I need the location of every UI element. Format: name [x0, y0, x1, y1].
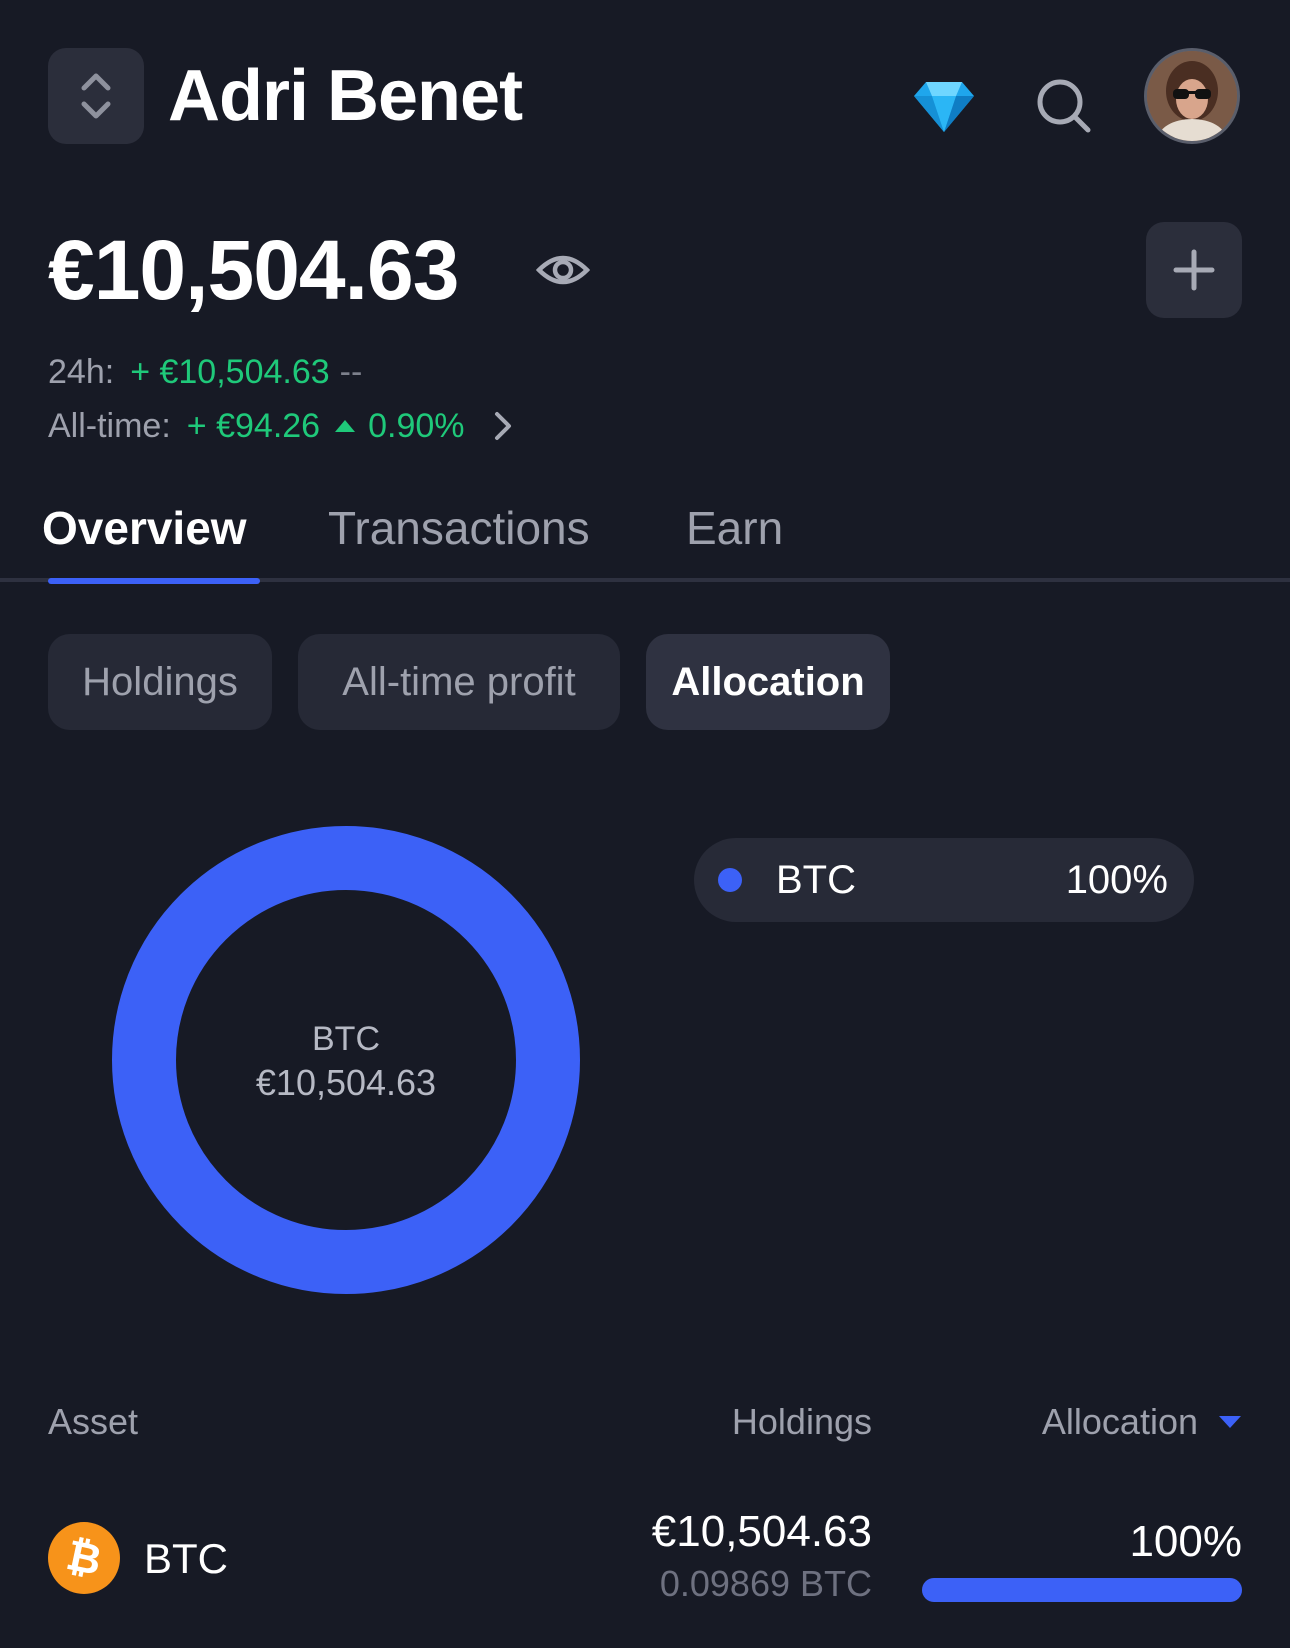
tab-transactions[interactable]: Transactions — [328, 500, 590, 556]
tab-earn[interactable]: Earn — [686, 500, 783, 556]
stat-24h-label: 24h: — [48, 353, 115, 391]
allocation-bar — [922, 1578, 1242, 1602]
donut-center-value: €10,504.63 — [255, 1062, 437, 1103]
avatar[interactable] — [1144, 48, 1240, 144]
btc-logo-icon: ₿ — [48, 1522, 120, 1594]
donut-center-label: BTC €10,504.63 — [180, 1018, 512, 1106]
search-icon[interactable] — [1034, 76, 1094, 136]
holding-amount: 0.09869 BTC — [659, 1563, 872, 1604]
chip-holdings[interactable]: Holdings — [48, 634, 272, 730]
arrow-up-icon — [335, 420, 356, 432]
stat-alltime-value: + €94.26 — [186, 407, 321, 445]
asset-name[interactable]: BTC — [144, 1534, 228, 1584]
active-tab-indicator — [48, 578, 260, 584]
column-header-holdings[interactable]: Holdings — [732, 1400, 872, 1444]
stat-alltime[interactable]: All-time: + €94.26 0.90% — [48, 406, 513, 446]
avatar-image — [1147, 51, 1237, 141]
stat-alltime-percent: 0.90% — [368, 407, 465, 445]
legend-percent: 100% — [1065, 857, 1168, 902]
stat-24h-value: + €10,504.63 — [130, 353, 330, 391]
total-balance: €10,504.63 — [48, 223, 459, 317]
column-header-allocation[interactable]: Allocation — [1042, 1400, 1242, 1444]
stat-24h: 24h: + €10,504.63 -- — [48, 352, 362, 392]
sort-down-icon — [1219, 1416, 1241, 1428]
allocation-percent: 100% — [1129, 1517, 1242, 1566]
chip-all-time-profit[interactable]: All-time profit — [298, 634, 620, 730]
eye-icon[interactable] — [536, 250, 590, 290]
portfolio-name[interactable]: Adri Benet — [168, 56, 523, 136]
add-transaction-button[interactable] — [1146, 222, 1242, 318]
tab-overview[interactable]: Overview — [42, 500, 247, 556]
legend-item-btc[interactable]: BTC 100% — [694, 838, 1194, 922]
holding-value: €10,504.63 — [651, 1507, 872, 1556]
allocation-bar-fill — [922, 1578, 1242, 1602]
portfolio-switcher-button[interactable] — [48, 48, 144, 144]
column-header-asset[interactable]: Asset — [48, 1400, 138, 1444]
legend-label: BTC — [776, 857, 856, 902]
stat-24h-percent: -- — [339, 353, 363, 391]
plus-icon — [1173, 249, 1215, 291]
diamond-icon[interactable] — [912, 76, 976, 136]
donut-center-asset: BTC — [312, 1020, 380, 1058]
chevron-updown-icon — [81, 73, 111, 119]
chip-allocation[interactable]: Allocation — [646, 634, 890, 730]
chevron-right-icon — [494, 412, 511, 440]
stat-alltime-label: All-time: — [48, 407, 171, 445]
legend-color-dot — [718, 868, 742, 892]
column-header-allocation-label: Allocation — [1041, 1401, 1198, 1442]
